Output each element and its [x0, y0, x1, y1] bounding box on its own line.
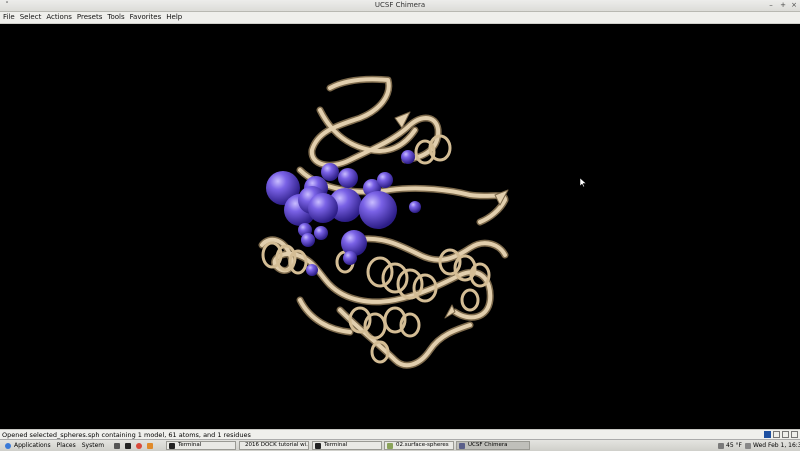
terminal-icon	[169, 442, 175, 449]
task-terminal-1[interactable]: Terminal	[166, 441, 236, 450]
task-chrome[interactable]: 2016 DOCK tutorial wi...	[239, 441, 309, 450]
folder-icon	[387, 442, 393, 449]
menu-bar: File Select Actions Presets Tools Favorites He…	[0, 12, 800, 24]
menu-favorites[interactable]: Favorites	[127, 12, 164, 23]
task-folder[interactable]: 02.surface-spheres	[384, 441, 454, 450]
clock-text[interactable]: Wed Feb 1, 16:32	[753, 440, 800, 451]
menu-applications[interactable]: Applications	[14, 440, 51, 451]
menu-actions[interactable]: Actions	[43, 12, 74, 23]
status-reply-icon[interactable]	[791, 431, 798, 438]
weather-text[interactable]: 45 °F	[726, 440, 742, 451]
terminal-icon	[315, 442, 321, 449]
show-desktop-icon[interactable]	[114, 442, 120, 449]
status-select-icon[interactable]	[782, 431, 789, 438]
menu-file[interactable]: File	[0, 12, 17, 23]
chrome-launcher-icon[interactable]	[136, 442, 142, 449]
status-lasso-icon[interactable]	[773, 431, 780, 438]
menu-help[interactable]: Help	[163, 12, 184, 23]
terminal-launcher-icon[interactable]	[125, 442, 131, 449]
close-icon[interactable]: ×	[789, 0, 799, 11]
network-icon[interactable]	[718, 442, 724, 449]
menu-presets[interactable]: Presets	[74, 12, 104, 23]
firefox-launcher-icon[interactable]	[147, 442, 153, 449]
mouse-cursor-icon	[580, 178, 586, 187]
maximize-icon[interactable]: +	[778, 0, 788, 11]
window-title: UCSF Chimera	[374, 1, 426, 9]
taskbar: Applications Places System Terminal 2016…	[0, 439, 800, 451]
task-terminal-2[interactable]: Terminal	[312, 441, 382, 450]
status-text: Opened selected_spheres.sph containing 1…	[2, 431, 251, 439]
status-command-icon[interactable]	[764, 431, 771, 438]
task-chimera[interactable]: UCSF Chimera	[456, 441, 530, 450]
molecule-scene	[258, 75, 509, 369]
menu-places[interactable]: Places	[57, 440, 76, 451]
minimize-icon[interactable]: –	[766, 0, 776, 11]
panel-start: Applications Places System	[2, 440, 104, 451]
menu-system[interactable]: System	[82, 440, 104, 451]
status-bar: Opened selected_spheres.sph containing 1…	[0, 429, 800, 439]
menu-tools[interactable]: Tools	[104, 12, 126, 23]
distro-logo-icon	[5, 442, 11, 449]
system-tray: 45 °F Wed Feb 1, 16:32	[718, 440, 800, 451]
chimera-icon	[459, 442, 465, 449]
menu-select[interactable]: Select	[17, 12, 44, 23]
title-bar: ˅ UCSF Chimera – + ×	[0, 0, 800, 12]
launcher-bar	[114, 440, 156, 451]
molecule-viewport[interactable]	[0, 24, 800, 429]
volume-icon[interactable]	[745, 442, 751, 449]
